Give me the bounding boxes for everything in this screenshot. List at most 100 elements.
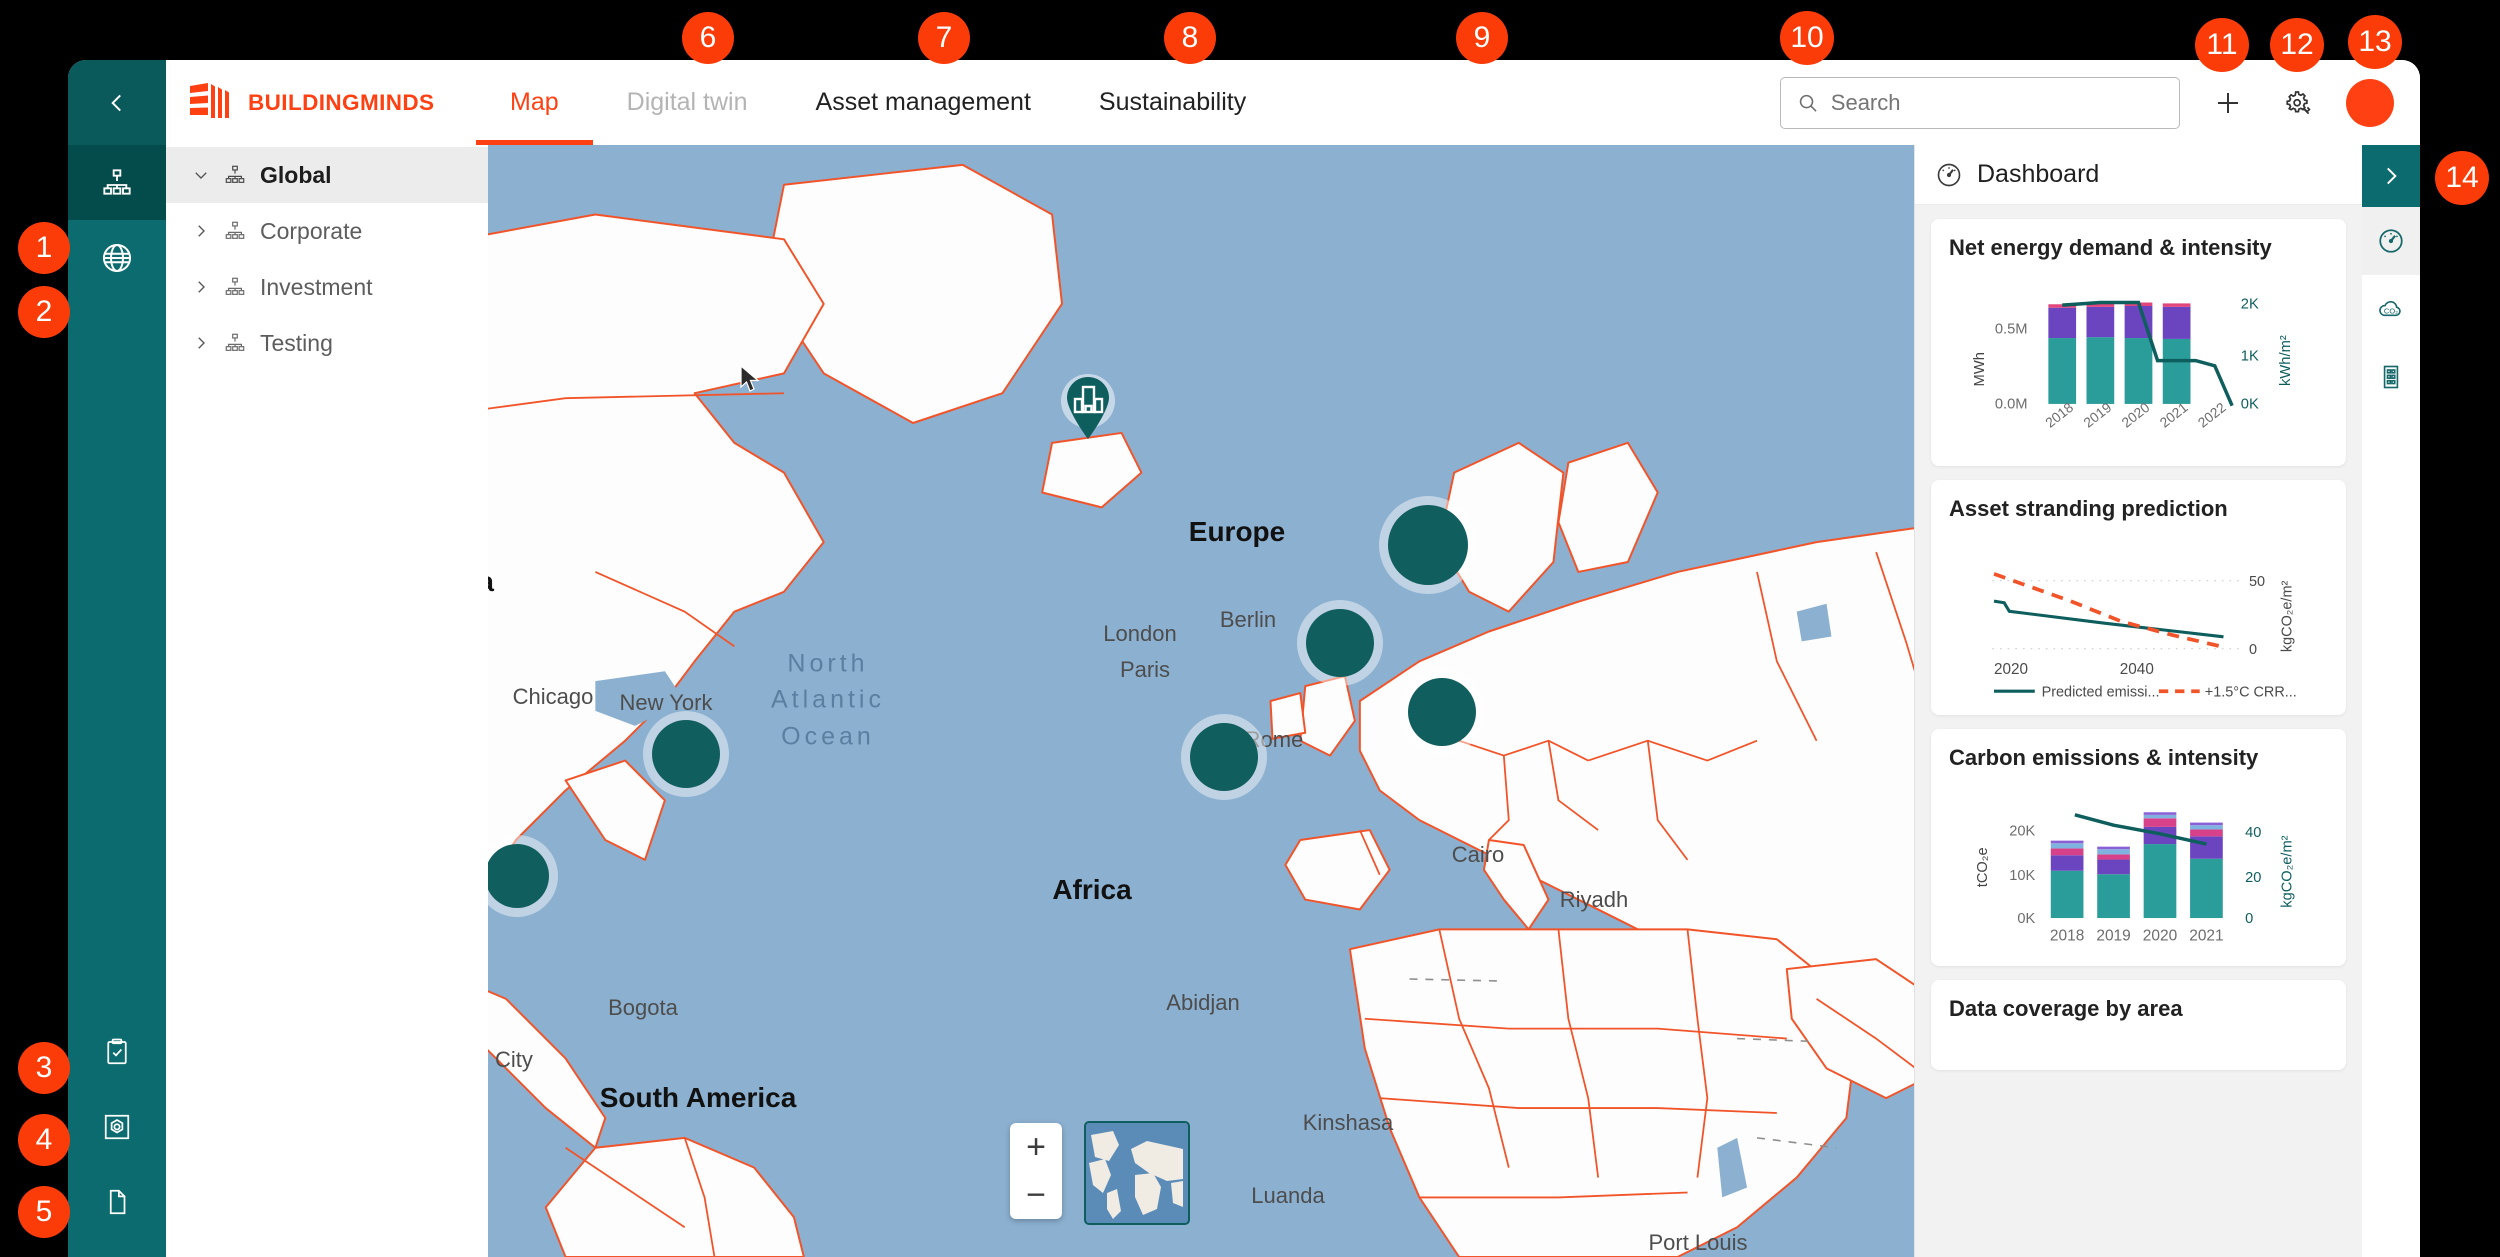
- chevron-right-icon[interactable]: [192, 222, 210, 240]
- tree-item-label: Global: [260, 161, 332, 188]
- card-asset-stranding[interactable]: Asset stranding prediction 50 0 kgCO₂e/m…: [1931, 480, 2346, 715]
- y-tick-right: 2K: [2241, 297, 2259, 313]
- add-button[interactable]: [2206, 81, 2250, 125]
- tab-digital-twin[interactable]: Digital twin: [593, 60, 782, 145]
- card-data-coverage[interactable]: Data coverage by area: [1931, 980, 2346, 1070]
- map-zoom-out-button[interactable]: −: [1010, 1171, 1062, 1219]
- svg-text:2022: 2022: [2195, 399, 2229, 431]
- annotation-badge-9: 9: [1456, 12, 1508, 64]
- x-axis-ticks: 2018 2019 2020 2021: [2050, 927, 2224, 944]
- x-tick: 2040: [2120, 661, 2154, 678]
- building-pin-icon: [1061, 374, 1115, 439]
- document-icon: [109, 1189, 126, 1214]
- predicted-emissions-line: [1993, 599, 2224, 639]
- map-cluster-marker[interactable]: [1388, 505, 1468, 585]
- clipboard-check-icon: [107, 1038, 127, 1064]
- application-window: BUILDINGMINDS Map Digital twin Asset man…: [68, 60, 2420, 1257]
- right-rail-item-buildings[interactable]: [2362, 343, 2420, 411]
- sidebar-collapse-button[interactable]: [68, 60, 166, 145]
- tree-item-testing[interactable]: Testing: [166, 315, 488, 371]
- hierarchy-icon: [225, 277, 245, 295]
- map-cluster-marker[interactable]: [652, 720, 720, 788]
- annotation-badge-10: 10: [1780, 11, 1834, 65]
- chevron-left-icon: [111, 94, 121, 111]
- hexagon-settings-icon: [104, 1114, 130, 1139]
- dashboard-header: Dashboard: [1915, 145, 2362, 205]
- legend-label-crr: +1.5°C CRR...: [2205, 684, 2297, 698]
- map-cluster-marker[interactable]: [1408, 678, 1476, 746]
- y-axis-label-right: kWh/m²: [2278, 335, 2294, 386]
- y-axis-label-right: kgCO₂e/m²: [2280, 581, 2296, 653]
- map-zoom-in-button[interactable]: +: [1010, 1123, 1062, 1171]
- tab-asset-management[interactable]: Asset management: [782, 60, 1065, 145]
- brand-logo[interactable]: BUILDINGMINDS: [166, 82, 476, 124]
- gauge-icon: [1937, 163, 1961, 186]
- rail-item-tasks[interactable]: [68, 1014, 166, 1089]
- tree-item-corporate[interactable]: Corporate: [166, 203, 488, 259]
- y-tick: 0.5M: [1995, 322, 2028, 338]
- right-rail-item-dashboard[interactable]: [2362, 207, 2420, 275]
- dashboard-expand-button[interactable]: [2362, 145, 2420, 207]
- x-tick: 2020: [1994, 661, 2028, 678]
- map-cluster-marker[interactable]: [488, 844, 549, 908]
- dashboard-card-list[interactable]: Net energy demand & intensity MWh 0.5M 0…: [1915, 205, 2362, 1257]
- annotation-badge-8: 8: [1164, 12, 1216, 64]
- main-column: BUILDINGMINDS Map Digital twin Asset man…: [166, 60, 2420, 1257]
- y-tick-right: 0: [2249, 642, 2257, 658]
- y-tick-right: 1K: [2241, 349, 2259, 365]
- tab-sustainability[interactable]: Sustainability: [1065, 60, 1280, 145]
- chevron-right-icon[interactable]: [192, 278, 210, 296]
- left-rail-bottom-group: [68, 1014, 166, 1239]
- map-zoom-controls: + −: [1010, 1123, 1062, 1219]
- left-icon-rail: [68, 60, 166, 1257]
- right-rail-item-carbon[interactable]: CO₂: [2362, 275, 2420, 343]
- map-basemap: [488, 145, 1914, 1257]
- settings-button[interactable]: [2276, 81, 2320, 125]
- crr-target-line: [1993, 572, 2224, 649]
- y-tick: 0.0M: [1995, 396, 2028, 412]
- search-box[interactable]: [1780, 76, 2180, 129]
- card-net-energy-demand[interactable]: Net energy demand & intensity MWh 0.5M 0…: [1931, 219, 2346, 466]
- annotation-badge-4: 4: [18, 1114, 70, 1166]
- y-tick-right: 0K: [2241, 396, 2259, 412]
- y-axis-label: tCO₂e: [1975, 847, 1991, 887]
- rail-item-operations[interactable]: [68, 1089, 166, 1164]
- annotation-badge-6: 6: [682, 12, 734, 64]
- map-building-pin[interactable]: [1059, 373, 1117, 450]
- top-bar-actions: [1780, 76, 2420, 129]
- portfolio-tree-panel: Global Corporate Investment Testing: [166, 145, 488, 1257]
- rail-item-documents[interactable]: [68, 1164, 166, 1239]
- chevron-right-icon[interactable]: [192, 334, 210, 352]
- top-bar: BUILDINGMINDS Map Digital twin Asset man…: [166, 60, 2420, 145]
- svg-text:2020: 2020: [2143, 927, 2177, 944]
- gear-wrench-icon: [2286, 90, 2311, 114]
- map-cluster-marker[interactable]: [1306, 609, 1374, 677]
- rail-item-hierarchy[interactable]: [68, 145, 166, 220]
- tab-map[interactable]: Map: [476, 60, 593, 145]
- map-minimap[interactable]: [1084, 1121, 1190, 1225]
- rail-item-globe[interactable]: [68, 220, 166, 295]
- tree-item-investment[interactable]: Investment: [166, 259, 488, 315]
- map-cluster-marker[interactable]: [1190, 723, 1258, 791]
- hierarchy-icon: [225, 221, 245, 239]
- y-tick-right: 50: [2249, 574, 2265, 590]
- tree-item-global[interactable]: Global: [166, 147, 488, 203]
- annotation-badge-7: 7: [918, 12, 970, 64]
- card-carbon-emissions[interactable]: Carbon emissions & intensity tCO₂e 20K 1…: [1931, 729, 2346, 966]
- main-nav-tabs: Map Digital twin Asset management Sustai…: [476, 60, 1280, 145]
- avatar[interactable]: [2346, 78, 2394, 127]
- chevron-right-icon: [2387, 167, 2397, 185]
- co2-cloud-icon: CO₂: [2379, 301, 2401, 317]
- chevron-down-icon[interactable]: [192, 166, 210, 184]
- world-map[interactable]: NorthAtlanticOcean North America Africa …: [488, 145, 1914, 1257]
- card-title: Data coverage by area: [1949, 996, 2183, 1021]
- y-axis-label-right: kgCO₂e/m²: [2280, 835, 2296, 907]
- card-title: Carbon emissions & intensity: [1949, 745, 2259, 770]
- screenshot-stage: BUILDINGMINDS Map Digital twin Asset man…: [0, 0, 2500, 1257]
- intensity-line: [2074, 813, 2207, 846]
- annotation-badge-1: 1: [18, 222, 70, 274]
- gauge-icon: [2379, 229, 2403, 253]
- search-input[interactable]: [1830, 89, 2163, 116]
- chart-legend: Predicted emissi... +1.5°C CRR...: [1994, 684, 2297, 700]
- y-tick: 0K: [2017, 911, 2035, 927]
